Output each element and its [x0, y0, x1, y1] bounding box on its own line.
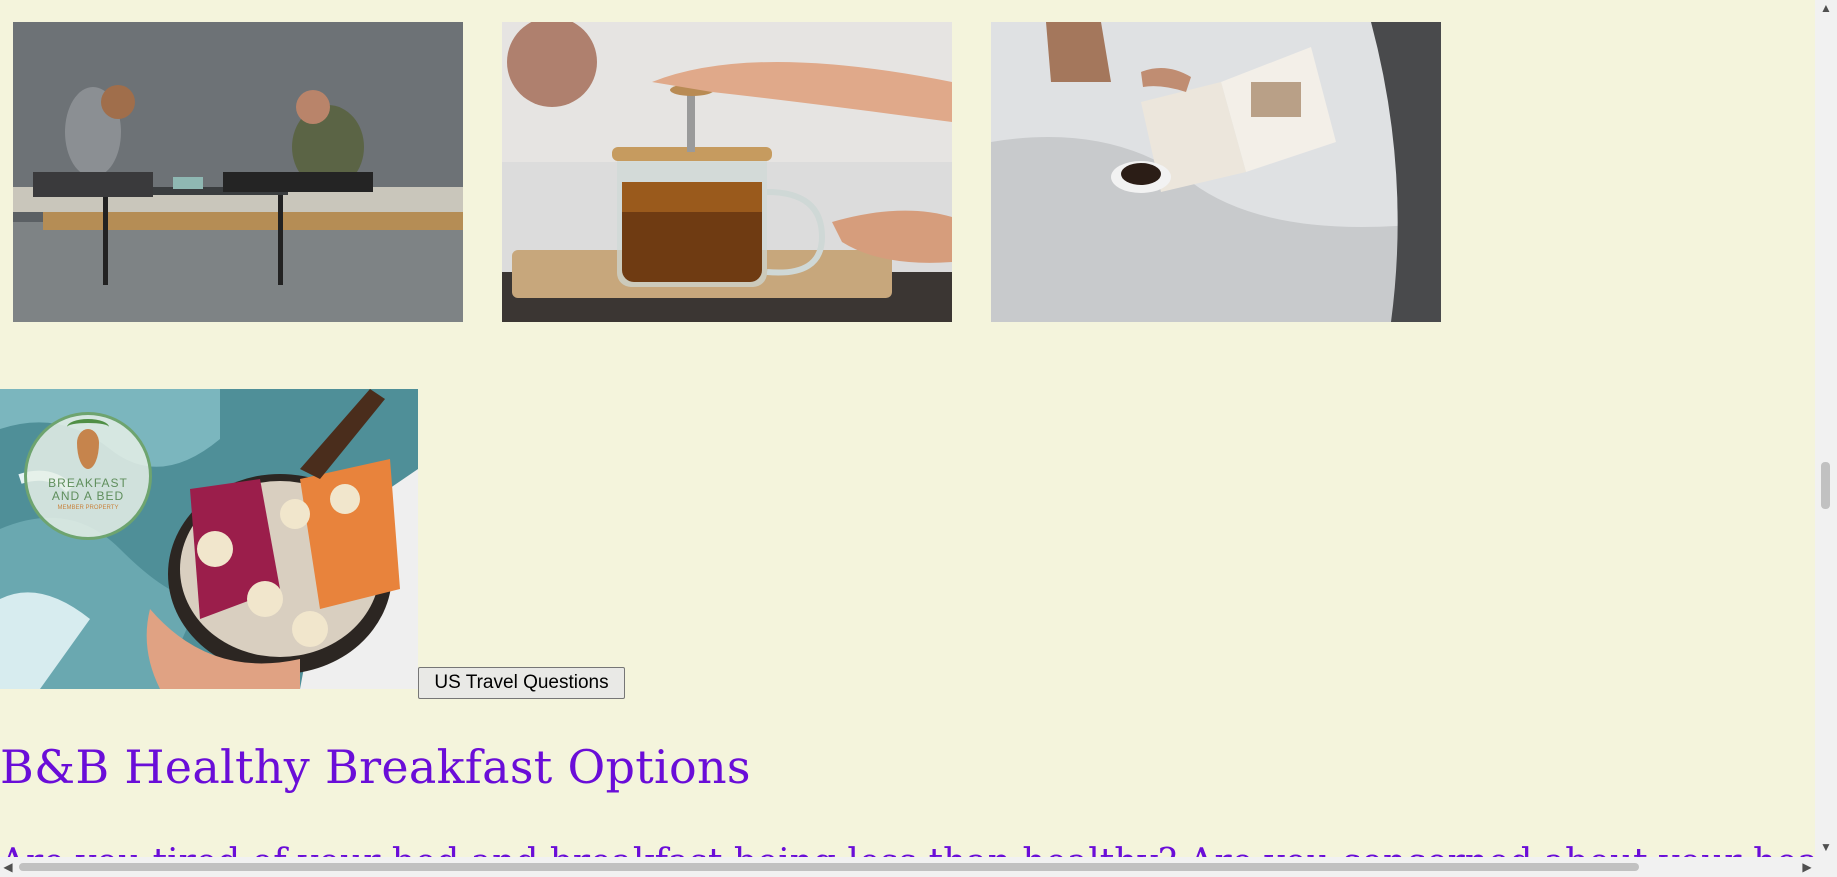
coffee-in-bed-photo [991, 22, 1441, 322]
scroll-up-arrow-icon[interactable]: ▲ [1815, 0, 1837, 16]
horizontal-scrollbar[interactable]: ◀ ▶ [0, 857, 1815, 877]
member-badge: BREAKFAST AND A BED MEMBER PROPERTY [24, 412, 152, 540]
badge-line-2: AND A BED [51, 489, 125, 503]
horizontal-scroll-thumb[interactable] [19, 863, 1639, 871]
intro-paragraph-clip: Are you tired of your bed and breakfast … [0, 843, 1815, 857]
intro-paragraph: Are you tired of your bed and breakfast … [0, 843, 1815, 857]
us-travel-questions-button[interactable]: US Travel Questions [418, 667, 625, 699]
badge-line-3: MEMBER PROPERTY [57, 505, 119, 511]
carrot-logo-icon [67, 419, 109, 469]
french-press-photo [502, 22, 952, 322]
couple-tea-photo [13, 22, 463, 322]
scroll-left-arrow-icon[interactable]: ◀ [0, 859, 16, 875]
scroll-down-arrow-icon[interactable]: ▼ [1815, 839, 1837, 855]
vertical-scrollbar[interactable]: ▲ ▼ [1815, 0, 1837, 877]
page-heading: B&B Healthy Breakfast Options [0, 740, 751, 794]
breakfast-bowl-promo-image: BREAKFAST AND A BED MEMBER PROPERTY [0, 389, 418, 689]
vertical-scroll-thumb[interactable] [1821, 462, 1830, 509]
scroll-right-arrow-icon[interactable]: ▶ [1799, 859, 1815, 875]
